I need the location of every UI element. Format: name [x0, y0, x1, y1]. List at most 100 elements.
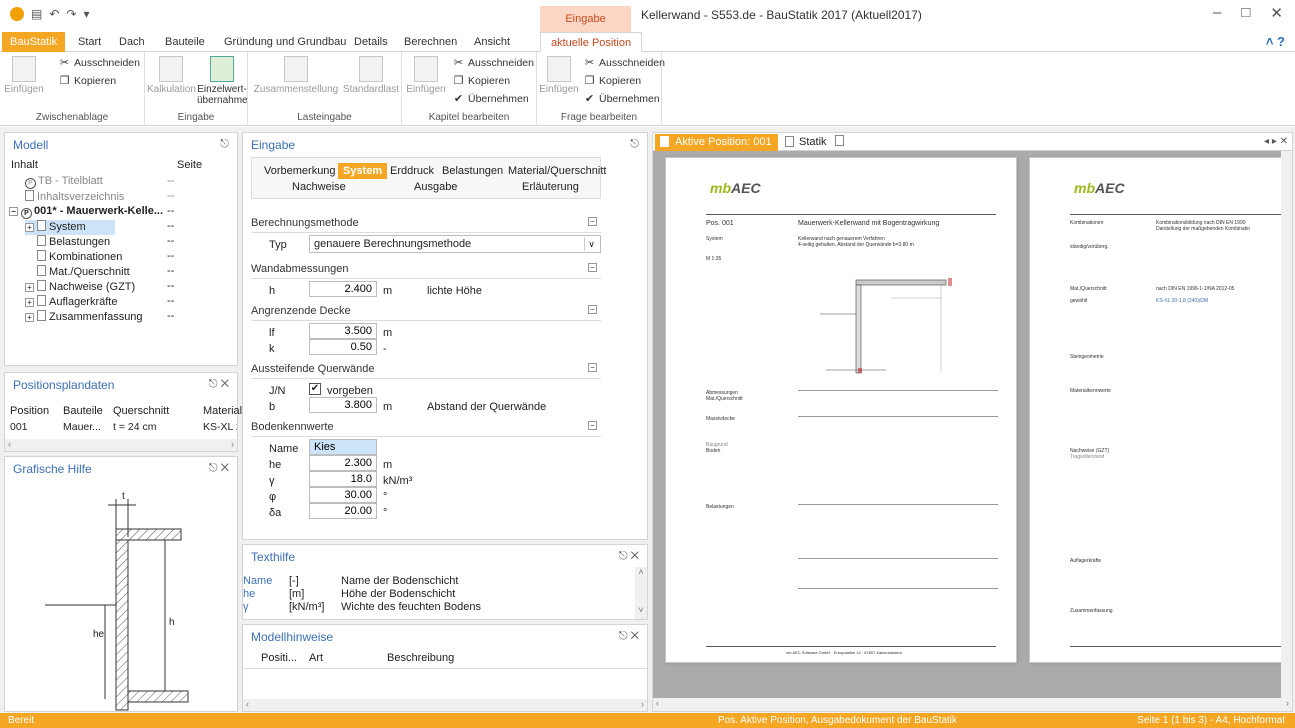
tree-item-matquerschnitt[interactable]: Mat./Querschnitt -- — [37, 265, 174, 280]
kalkulation-button[interactable]: Kalkulation — [147, 56, 196, 95]
nav-system[interactable]: System — [338, 163, 388, 179]
tree-item-auflagerkraefte[interactable]: + Auflagerkräfte -- — [25, 295, 174, 310]
tree-item-nachweise[interactable]: + Nachweise (GZT) -- — [25, 280, 174, 295]
collapse-icon[interactable]: − — [588, 305, 597, 314]
h-input[interactable] — [309, 281, 377, 297]
vertical-scrollbar[interactable]: ˄ ˅ — [635, 567, 647, 619]
tree-item-position-001[interactable]: − P 001* - Mauerwerk-Kelle... -- — [9, 205, 174, 220]
scroll-up-icon[interactable]: ˄ — [635, 567, 647, 577]
tab-baustatik[interactable]: BauStatik — [2, 32, 66, 52]
pin-close-icon[interactable]: ⎋ ✕ — [209, 462, 229, 474]
einfuegen3-button[interactable]: Einfügen — [539, 56, 579, 95]
he-input[interactable] — [309, 455, 377, 471]
close-icon[interactable]: ✕ — [1270, 4, 1283, 22]
name-input[interactable] — [309, 439, 377, 455]
row-material[interactable]: KS-XL 2( — [203, 421, 237, 433]
row-bauteile[interactable]: Mauer... — [63, 421, 101, 433]
einfuegen2-button[interactable]: Einfügen — [406, 56, 446, 95]
section-berechnungsmethode[interactable]: Berechnungsmethode − — [251, 213, 601, 233]
delta-input[interactable] — [309, 503, 377, 519]
pin-close-icon[interactable]: ⎋ ✕ — [619, 550, 639, 562]
tab-statik[interactable]: Statik — [785, 136, 827, 148]
standardlast-button[interactable]: Standardlast — [342, 56, 400, 95]
einzelwert-button[interactable]: Einzelwert-übernahme — [197, 56, 248, 106]
jn-checkbox[interactable]: ✔ — [309, 383, 321, 395]
einfuegen-button[interactable]: Einfügen — [4, 56, 44, 95]
pin-icon[interactable]: ⎋ — [630, 138, 639, 150]
scroll-right-icon[interactable]: › — [1286, 698, 1289, 711]
nav-erddruck[interactable]: Erddruck — [390, 165, 434, 177]
typ-select[interactable]: genauere Berechnungsmethode ∨ — [309, 235, 601, 253]
section-decke[interactable]: Angrenzende Decke − — [251, 301, 601, 321]
tree-item-system[interactable]: + System — [25, 220, 115, 235]
collapse-icon[interactable]: − — [9, 207, 18, 216]
expand-icon[interactable]: + — [25, 313, 34, 322]
scroll-left-icon[interactable]: ‹ — [246, 699, 249, 711]
zusammenstellung-button[interactable]: Zusammenstellung — [252, 56, 340, 95]
chevron-down-icon[interactable]: ∨ — [584, 237, 598, 251]
uebernehmen3-button[interactable]: ✔ Übernehmen — [583, 93, 660, 105]
horizontal-scrollbar[interactable]: ‹ › — [5, 439, 237, 451]
nav-vorbemerkung[interactable]: Vorbemerkung — [264, 165, 336, 177]
scroll-right-icon[interactable]: › — [641, 699, 644, 711]
tab-start[interactable]: Start — [78, 32, 101, 52]
phi-input[interactable] — [309, 487, 377, 503]
scroll-down-icon[interactable]: ˅ — [635, 605, 647, 615]
pin-close-icon[interactable]: ⎋ ✕ — [209, 378, 229, 390]
nav-nachweise[interactable]: Nachweise — [292, 181, 346, 193]
kopieren-button[interactable]: ❐ Kopieren — [58, 75, 116, 87]
tab-aktuelle-position[interactable]: aktuelle Position — [540, 32, 643, 52]
tree-item-kombinationen[interactable]: Kombinationen -- — [37, 250, 174, 265]
tree-item-zusammenfassung[interactable]: + Zusammenfassung -- — [25, 310, 174, 325]
gamma-input[interactable] — [309, 471, 377, 487]
tab-nav-arrows[interactable]: ◂ ▸ ✕ — [1264, 136, 1288, 147]
collapse-icon[interactable]: − — [588, 421, 597, 430]
section-querwaende[interactable]: Aussteifende Querwände − — [251, 359, 601, 379]
section-wandabmessungen[interactable]: Wandabmessungen − — [251, 259, 601, 279]
lf-input[interactable] — [309, 323, 377, 339]
undo-icon[interactable]: ↶ — [49, 7, 59, 21]
pin-close-icon[interactable]: ⎋ ✕ — [619, 630, 639, 642]
tab-dach[interactable]: Dach — [119, 32, 145, 52]
minimize-icon[interactable]: – — [1213, 4, 1221, 22]
expand-icon[interactable]: + — [25, 223, 34, 232]
ausschneiden-button[interactable]: ✂ Ausschneiden — [58, 57, 140, 69]
collapse-icon[interactable]: − — [588, 217, 597, 226]
redo-icon[interactable]: ↷ — [66, 7, 76, 21]
row-position[interactable]: 001 — [10, 421, 28, 433]
nav-ausgabe[interactable]: Ausgabe — [414, 181, 457, 193]
kopieren2-button[interactable]: ❐ Kopieren — [452, 75, 510, 87]
doc-horizontal-scrollbar[interactable]: ‹ › — [653, 698, 1292, 711]
maximize-icon[interactable]: □ — [1241, 4, 1250, 22]
tab-berechnen[interactable]: Berechnen — [404, 32, 457, 52]
expand-icon[interactable]: + — [25, 298, 34, 307]
tab-aktive-position[interactable]: Aktive Position: 001 — [655, 134, 778, 151]
k-input[interactable] — [309, 339, 377, 355]
b-input[interactable] — [309, 397, 377, 413]
tab-bauteile[interactable]: Bauteile — [165, 32, 205, 52]
horizontal-scrollbar[interactable]: ‹ › — [243, 699, 647, 711]
tree-item-belastungen[interactable]: Belastungen -- — [37, 235, 174, 250]
tree-item-titelblatt[interactable]: P TB - Titelblatt -- — [25, 175, 174, 190]
save-icon[interactable]: ▤ — [31, 7, 42, 21]
ausschneiden3-button[interactable]: ✂ Ausschneiden — [583, 57, 665, 69]
help-icon[interactable]: ˄ ? — [1266, 34, 1285, 49]
scroll-left-icon[interactable]: ‹ — [656, 698, 659, 711]
nav-erlaeuterung[interactable]: Erläuterung — [522, 181, 579, 193]
scroll-left-icon[interactable]: ‹ — [8, 439, 11, 451]
collapse-icon[interactable]: − — [588, 263, 597, 272]
customize-icon[interactable]: ▾ — [83, 7, 89, 21]
tree-item-inhalt[interactable]: Inhaltsverzeichnis -- — [25, 190, 174, 205]
expand-icon[interactable]: + — [25, 283, 34, 292]
uebernehmen2-button[interactable]: ✔ Übernehmen — [452, 93, 529, 105]
tab-ansicht[interactable]: Ansicht — [474, 32, 510, 52]
kopieren3-button[interactable]: ❐ Kopieren — [583, 75, 641, 87]
tab-details[interactable]: Details — [354, 32, 388, 52]
nav-material[interactable]: Material/Querschnitt — [508, 165, 606, 177]
tab-gruendung[interactable]: Gründung und Grundbau — [224, 32, 346, 52]
doc-vertical-scrollbar[interactable] — [1281, 151, 1292, 698]
ausschneiden2-button[interactable]: ✂ Ausschneiden — [452, 57, 534, 69]
new-document-icon[interactable] — [835, 135, 847, 148]
collapse-icon[interactable]: − — [588, 363, 597, 372]
section-boden[interactable]: Bodenkennwerte − — [251, 417, 601, 437]
